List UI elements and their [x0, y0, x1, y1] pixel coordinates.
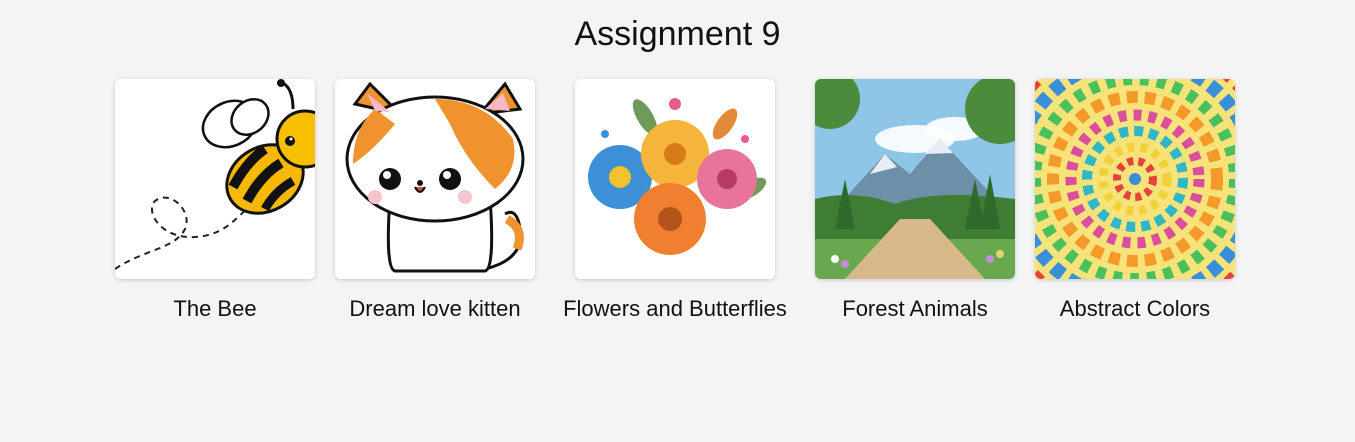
flowers-thumbnail[interactable] [575, 79, 775, 279]
gallery-card-kitten[interactable]: Dream love kitten [315, 79, 555, 329]
gallery-card-bee[interactable]: The Bee [95, 79, 335, 329]
gallery-card-label[interactable]: Flowers and Butterflies [555, 294, 795, 324]
flower-bouquet-illustration-icon [575, 79, 775, 279]
gallery-card-forest[interactable]: Forest Animals [795, 79, 1035, 329]
gallery-card-label[interactable]: Dream love kitten [315, 294, 555, 324]
page: Assignment 9 The Bee Dream love kitten F… [0, 0, 1355, 442]
gallery-card-flowers[interactable]: Flowers and Butterflies [555, 79, 795, 329]
gallery-card-label[interactable]: The Bee [95, 294, 335, 324]
abstract-thumbnail[interactable] [1035, 79, 1235, 279]
gallery-card-label[interactable]: Forest Animals [795, 294, 1035, 324]
coloring-gallery: The Bee Dream love kitten Flowers and Bu… [0, 79, 1355, 339]
page-title: Assignment 9 [574, 15, 781, 53]
gallery-card-label[interactable]: Abstract Colors [1015, 294, 1255, 324]
abstract-swirl-illustration-icon [1035, 79, 1235, 279]
kitten-thumbnail[interactable] [335, 79, 535, 279]
kitten-illustration-icon [335, 79, 535, 279]
bee-illustration-icon [115, 79, 315, 279]
forest-landscape-illustration-icon [815, 79, 1015, 279]
bee-thumbnail[interactable] [115, 79, 315, 279]
gallery-card-abstract[interactable]: Abstract Colors [1015, 79, 1255, 329]
forest-thumbnail[interactable] [815, 79, 1015, 279]
